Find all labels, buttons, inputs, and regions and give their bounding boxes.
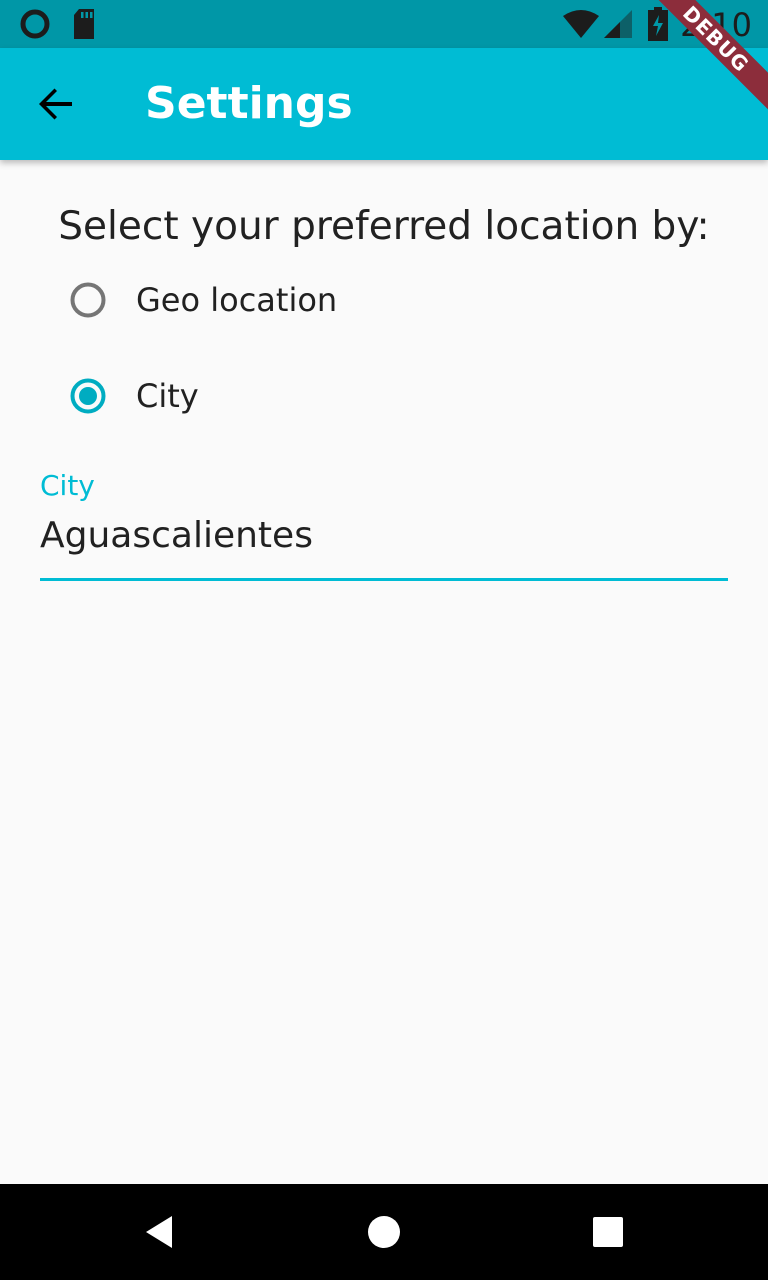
status-bar: 2:10 [0, 0, 768, 48]
nav-back-button[interactable] [128, 1200, 192, 1264]
back-button[interactable] [24, 72, 88, 136]
city-input[interactable] [40, 510, 728, 560]
battery-charging-icon [648, 7, 668, 45]
notification-circle-icon [20, 9, 50, 43]
arrow-back-icon [38, 86, 74, 122]
nav-recents-button[interactable] [576, 1200, 640, 1264]
app-bar: Settings [0, 48, 768, 160]
home-circle-icon [367, 1215, 401, 1249]
settings-screen: 2:10 Settings DEBUG Select your preferre… [0, 0, 768, 1280]
cell-signal-icon [604, 10, 632, 42]
radio-unselected-icon[interactable] [40, 252, 136, 348]
recents-square-icon [593, 1217, 623, 1247]
nav-home-button[interactable] [352, 1200, 416, 1264]
page-title: Settings [145, 78, 353, 129]
system-nav-bar [0, 1184, 768, 1280]
radio-selected-icon[interactable] [40, 348, 136, 444]
city-field-label: City [40, 469, 95, 502]
wifi-icon [563, 10, 599, 42]
back-triangle-icon [144, 1215, 176, 1249]
location-prompt: Select your preferred location by: [58, 204, 710, 249]
radio-label-city: City [136, 377, 199, 415]
city-field-underline [40, 578, 728, 581]
radio-option-geo-location[interactable]: Geo location [40, 252, 740, 348]
radio-option-city[interactable]: City [40, 348, 740, 444]
sd-card-icon [72, 9, 96, 43]
radio-label-geo-location: Geo location [136, 281, 338, 319]
